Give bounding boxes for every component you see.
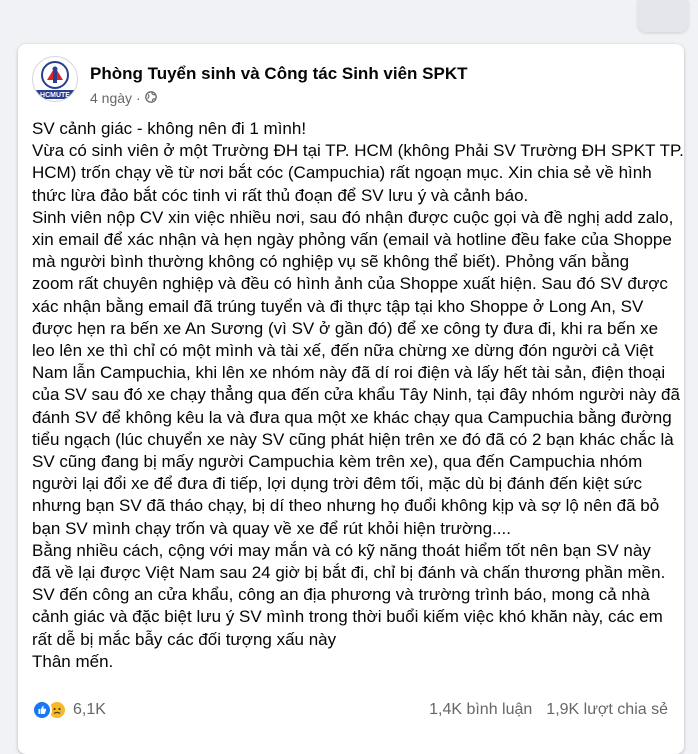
top-menu-button[interactable]	[638, 0, 688, 32]
post-body-line: của SV sau đó xe chạy thẳng qua đến cửa …	[32, 385, 680, 405]
post-body-line: Nam lẫn Campuchia, khi lên xe nhóm này đ…	[32, 363, 666, 383]
post-body-line: xin email để xác nhận và hẹn ngày phỏng …	[32, 230, 672, 250]
post-body-line: xác nhận bằng email đã trúng tuyển và đi…	[32, 296, 644, 316]
post-body-line: leo lên xe thì chỉ có một mình và tài xế…	[32, 341, 654, 361]
post-body-line: người lại đổi xe để đưa đi tiếp, lợi dụn…	[32, 474, 643, 494]
post-card: HCMUTE Phòng Tuyển sinh và Công tác Sinh…	[18, 44, 684, 754]
post-body-line: Thân mến.	[32, 651, 114, 671]
reactions-summary[interactable]: 6,1K	[32, 700, 106, 720]
post-body-line: SV cũng đang bị mấy người Campuchia kèm …	[32, 452, 643, 472]
post-body: SV cảnh giác - không nên đi 1 mình! Vừa c…	[32, 118, 684, 673]
post-body-line: nhưng bạn SV đã tháo chạy, bị dí theo nh…	[32, 496, 660, 516]
post-body-line: HCM) trốn chạy về từ nơi bắt cóc (Campuc…	[32, 163, 652, 183]
post-body-line: thức lừa đảo bắt cóc tinh vi rất thủ đoạ…	[32, 185, 529, 205]
post-timestamp[interactable]: 4 ngày	[90, 90, 132, 106]
post-body-line: được hẹn ra bến xe An Sương (vì SV ở gần…	[32, 318, 659, 338]
post-body-line: zoom rất chuyên nghiệp và đều có hình ản…	[32, 274, 668, 294]
post-body-line: tiểu ngạch (lúc chuyển xe này SV cũng ph…	[32, 429, 674, 449]
post-body-line: Bằng nhiều cách, cộng với may mắn và có …	[32, 540, 651, 560]
avatar[interactable]: HCMUTE	[32, 56, 78, 102]
post-header: HCMUTE Phòng Tuyển sinh và Công tác Sinh…	[32, 56, 652, 116]
page-name-link[interactable]: Phòng Tuyển sinh và Công tác Sinh viên S…	[90, 64, 468, 84]
post-body-line: cảnh giác và đặc biệt lưu ý SV mình tron…	[32, 607, 663, 627]
post-body-line: đánh SV để không kêu la và đưa qua một x…	[32, 407, 672, 427]
post-body-line: Vừa có sinh viên ở một Trường ĐH tại TP.…	[32, 141, 684, 161]
hcmute-logo-icon: HCMUTE	[36, 61, 74, 99]
reaction-count: 6,1K	[73, 701, 106, 718]
post-body-line: Sinh viên nộp CV xin việc nhiều nơi, sau…	[32, 207, 674, 227]
post-body-line: mà người bình thường không có nghiệp vụ …	[32, 252, 630, 272]
like-icon	[32, 700, 52, 720]
comments-count-link[interactable]: 1,4K bình luận	[429, 701, 532, 719]
post-meta: 4 ngày ·	[90, 90, 157, 106]
shares-count-link[interactable]: 1,9K lượt chia sẻ	[546, 701, 668, 719]
avatar-caption: HCMUTE	[40, 92, 70, 99]
post-body-line: rất dễ bị mắc bẫy các đối tượng xấu này	[32, 629, 337, 649]
globe-icon[interactable]	[144, 90, 157, 106]
post-body-line: bạn SV mình chạy trốn và quay về xe để r…	[32, 518, 511, 538]
post-body-line: đã về lại được Việt Nam sau 24 giờ bị bắ…	[32, 563, 666, 583]
post-body-line: SV cảnh giác - không nên đi 1 mình!	[32, 119, 307, 138]
post-body-line: SV đến công an cửa khẩu, công an địa phư…	[32, 585, 650, 605]
post-footer: 6,1K 1,4K bình luận 1,9K lượt chia sẻ	[32, 696, 668, 724]
